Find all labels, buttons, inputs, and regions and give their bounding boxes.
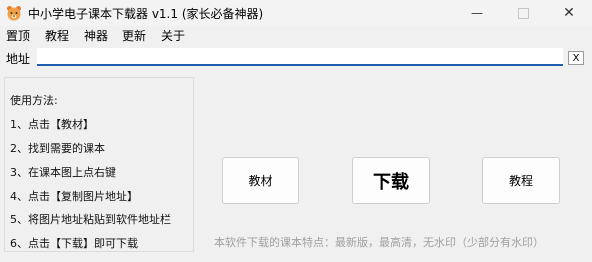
footer-note: 本软件下载的课本特点：最新版，最高清，无水印（少部分有水印） bbox=[214, 236, 544, 249]
tutorial-button[interactable]: 教程 bbox=[482, 157, 560, 204]
address-label: 地址 bbox=[6, 52, 31, 66]
help-step: 3、在课本图上点右键 bbox=[10, 166, 116, 179]
help-step: 5、将图片地址粘贴到软件地址栏 bbox=[10, 213, 171, 226]
help-heading: 使用方法: bbox=[10, 94, 58, 107]
help-step: 2、找到需要的课本 bbox=[10, 142, 105, 155]
menu-item-tools[interactable]: 神器 bbox=[84, 27, 108, 44]
download-button[interactable]: 下载 bbox=[352, 157, 430, 204]
title-bar: 中小学电子课本下载器 v1.1 (家长必备神器) — ✕ bbox=[0, 0, 592, 26]
menu-item-about[interactable]: 关于 bbox=[161, 27, 185, 44]
minimize-icon: — bbox=[471, 6, 483, 20]
clear-address-button[interactable]: X bbox=[568, 51, 584, 65]
menu-item-pin[interactable]: 置顶 bbox=[6, 27, 30, 44]
menu-bar: 置顶 教程 神器 更新 关于 bbox=[0, 26, 592, 45]
close-icon: ✕ bbox=[563, 5, 575, 21]
address-input[interactable] bbox=[37, 48, 563, 66]
maximize-button[interactable] bbox=[500, 0, 546, 26]
menu-item-update[interactable]: 更新 bbox=[122, 27, 146, 44]
close-button[interactable]: ✕ bbox=[546, 0, 592, 26]
help-step: 4、点击【复制图片地址】 bbox=[10, 190, 138, 203]
maximize-icon bbox=[517, 7, 529, 19]
textbook-button[interactable]: 教材 bbox=[222, 157, 299, 204]
minimize-button[interactable]: — bbox=[454, 0, 500, 26]
help-panel: 使用方法: 1、点击【教材】 2、找到需要的课本 3、在课本图上点右键 4、点击… bbox=[4, 77, 194, 252]
bear-app-icon bbox=[7, 6, 21, 21]
window-title: 中小学电子课本下载器 v1.1 (家长必备神器) bbox=[28, 7, 264, 21]
help-step: 1、点击【教材】 bbox=[10, 118, 94, 131]
menu-item-tutorial[interactable]: 教程 bbox=[45, 27, 69, 44]
help-step: 6、点击【下载】即可下载 bbox=[10, 237, 138, 250]
